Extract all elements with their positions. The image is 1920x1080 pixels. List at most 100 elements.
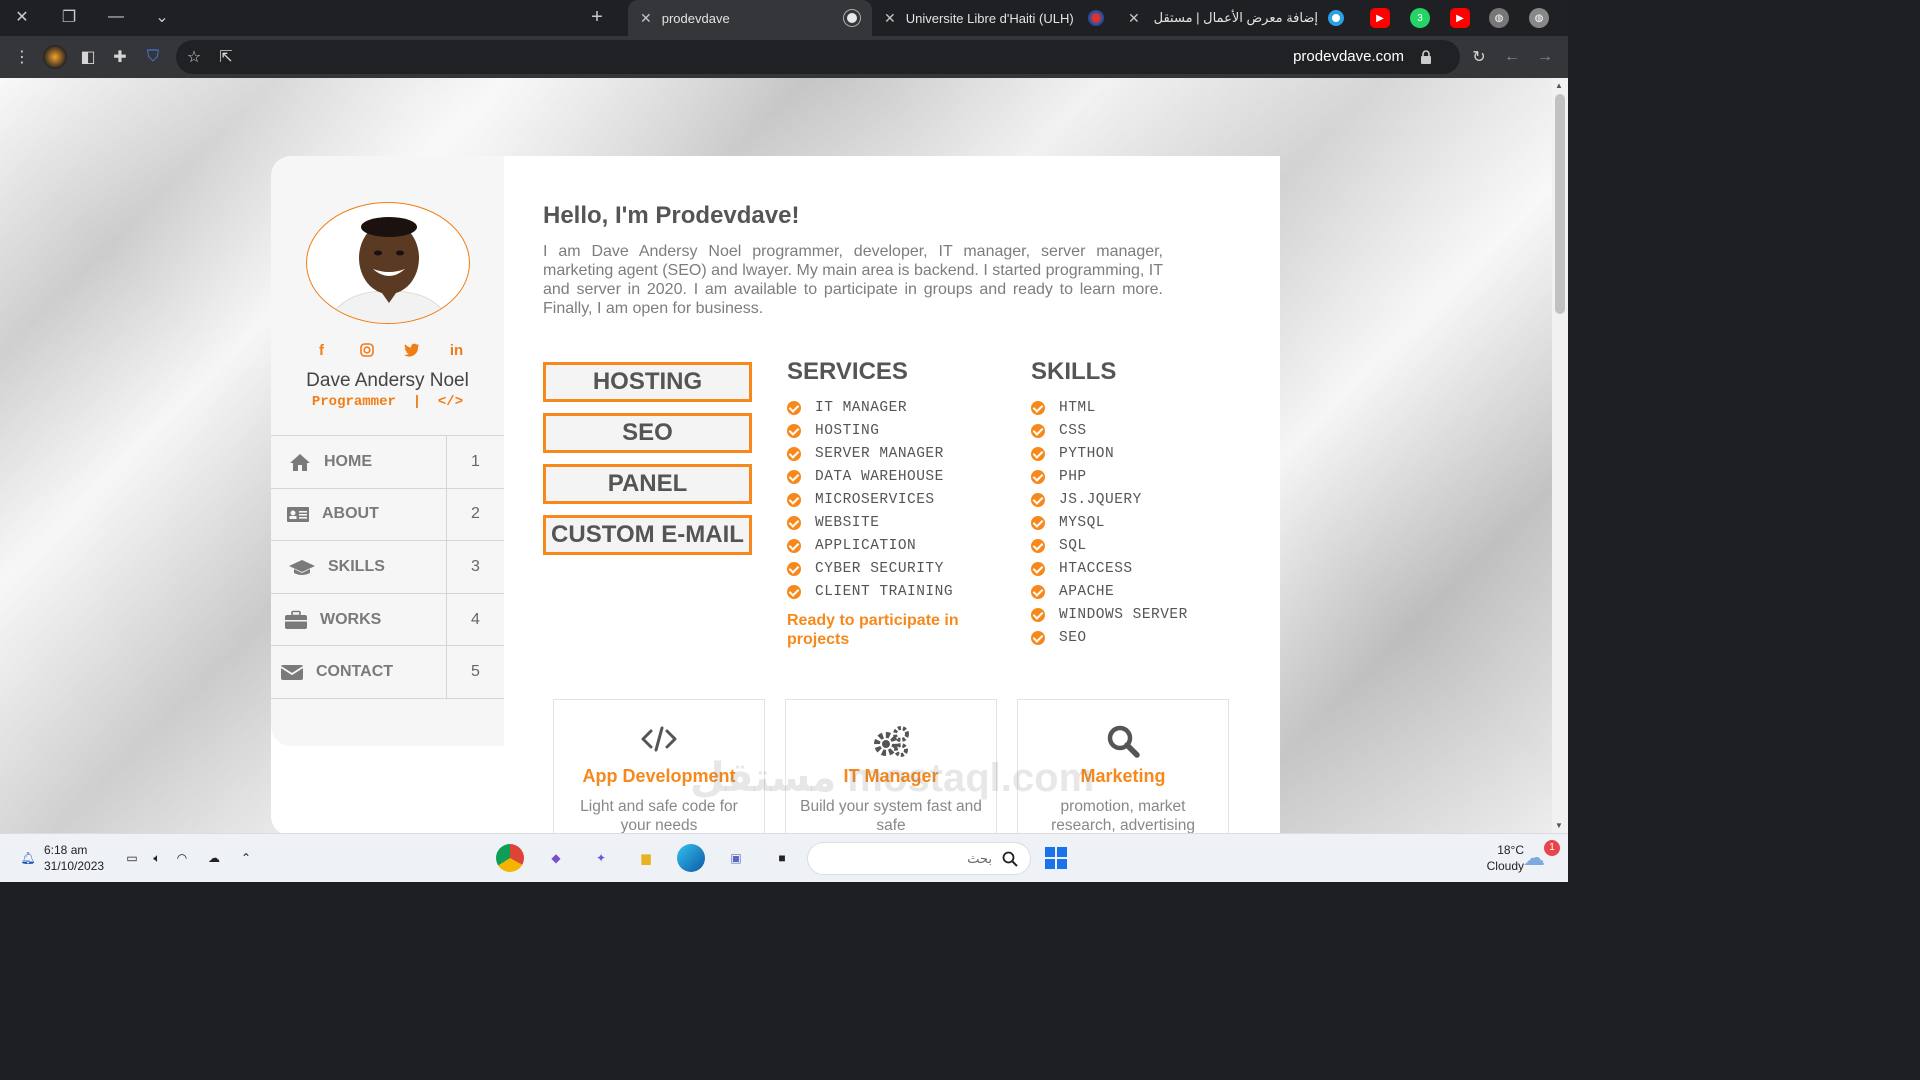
clock[interactable]: 6:18 am 31/10/2023 (44, 842, 104, 874)
battery-icon[interactable]: ▭ (118, 844, 146, 872)
youtube-pinned-tab-icon[interactable]: ▶ (1370, 8, 1390, 28)
wifi-icon[interactable]: ◠ (168, 844, 196, 872)
menu-item-home[interactable]: HOME 1 (271, 436, 504, 489)
offer-buttons: HOSTING SEO PANEL CUSTOM E-MAIL (543, 362, 752, 566)
tab-prodevdave[interactable]: ✕ prodevdave (628, 0, 872, 36)
list-item: JS.JQUERY (1031, 488, 1188, 511)
card-description: Light and safe code for your needs (580, 798, 738, 833)
close-tab-icon[interactable]: ✕ (1128, 10, 1140, 27)
globe-pinned-tab-icon[interactable]: ◍ (1489, 8, 1509, 28)
list-item: DATA WAREHOUSE (787, 465, 953, 488)
address-bar[interactable]: ☆ ⇱ prodevdave.com (176, 40, 1460, 74)
bookmark-star-icon[interactable]: ☆ (182, 45, 206, 69)
onedrive-cloud-icon[interactable]: ☁ (200, 844, 228, 872)
portfolio-card: f in Dave Andersy Noel Programmer | </> … (271, 156, 1280, 833)
profile-sidebar: f in Dave Andersy Noel Programmer | </> … (271, 156, 504, 746)
check-circle-icon (1031, 630, 1045, 645)
close-tab-icon[interactable]: ✕ (884, 10, 896, 27)
scroll-down-icon[interactable]: ▼ (1555, 821, 1563, 830)
check-circle-icon (1031, 400, 1045, 415)
extensions-icon[interactable]: ✚ (108, 45, 132, 69)
linkedin-icon[interactable]: in (446, 339, 468, 361)
page-viewport: f in Dave Andersy Noel Programmer | </> … (0, 78, 1552, 833)
teams-app-icon[interactable]: ▣ (722, 844, 750, 872)
list-item: MYSQL (1031, 511, 1188, 534)
service-label: WEBSITE (815, 514, 880, 531)
check-circle-icon (1031, 423, 1045, 438)
service-label: SERVER MANAGER (815, 445, 944, 462)
file-explorer-app-icon[interactable]: ▆ (632, 844, 660, 872)
shield-icon[interactable]: ⛉ (141, 45, 165, 69)
menu-item-about[interactable]: ABOUT 2 (271, 488, 504, 542)
visual-studio-app-icon[interactable]: ◆ (542, 844, 570, 872)
list-item: WEBSITE (787, 511, 953, 534)
back-arrow-icon[interactable]: ← (1500, 45, 1524, 69)
chevron-down-icon[interactable]: ⌄ (150, 6, 174, 28)
panel-button[interactable]: PANEL (543, 464, 752, 504)
graduation-cap-icon (289, 559, 315, 575)
new-tab-button[interactable]: + (585, 6, 609, 28)
edge-app-icon[interactable] (677, 844, 705, 872)
ulh-favicon-icon (1088, 10, 1104, 26)
service-label: HOSTING (815, 422, 880, 439)
sidebar-icon[interactable]: ◧ (76, 45, 100, 69)
check-circle-icon (1031, 561, 1045, 576)
minimize-window-icon[interactable]: — (104, 6, 128, 28)
weather-widget[interactable]: 18°C Cloudy (1487, 842, 1524, 874)
services-list: IT MANAGER HOSTING SERVER MANAGER DATA W… (787, 396, 953, 603)
profile-role: Programmer | </> (271, 394, 504, 410)
reload-icon[interactable]: ↻ (1467, 45, 1491, 69)
globe-pinned-tab-icon[interactable]: ◍ (1529, 8, 1549, 28)
menu-item-works[interactable]: WORKS 4 (271, 593, 504, 647)
list-item: IT MANAGER (787, 396, 953, 419)
search-placeholder: بحث (967, 851, 992, 866)
chevron-up-icon[interactable]: ⌃ (232, 844, 260, 872)
service-label: CYBER SECURITY (815, 560, 944, 577)
custom-email-button[interactable]: CUSTOM E-MAIL (543, 515, 752, 555)
scroll-up-icon[interactable]: ▲ (1555, 81, 1563, 90)
windows-start-icon[interactable] (1042, 844, 1070, 872)
tab-mostaql[interactable]: ✕ إضافة معرض الأعمال | مستقل (1116, 0, 1356, 36)
check-circle-icon (1031, 492, 1045, 507)
volume-icon[interactable]: 🔈︎ (143, 844, 171, 872)
list-item: MICROSERVICES (787, 488, 953, 511)
profile-avatar-icon[interactable] (43, 45, 67, 69)
tab-ulh[interactable]: ✕ Universite Libre d'Haiti (ULH) (872, 0, 1116, 36)
twitter-icon[interactable] (401, 339, 423, 361)
card-description: Build your system fast and safe (800, 798, 982, 833)
skill-label: JS.JQUERY (1059, 491, 1142, 508)
close-window-icon[interactable]: ✕ (10, 6, 34, 28)
menu-item-contact[interactable]: CONTACT 5 (271, 646, 504, 699)
share-icon[interactable]: ⇱ (214, 45, 238, 69)
taskbar-search[interactable]: بحث (807, 842, 1031, 875)
terminal-app-icon[interactable]: ■ (768, 844, 796, 872)
youtube-pinned-tab-icon[interactable]: ▶ (1450, 8, 1470, 28)
list-item: SQL (1031, 534, 1188, 557)
chrome-app-icon[interactable] (496, 844, 524, 872)
check-circle-icon (1031, 469, 1045, 484)
list-item: SEO (1031, 626, 1188, 649)
forward-arrow-icon[interactable]: → (1533, 45, 1557, 69)
seo-button[interactable]: SEO (543, 413, 752, 453)
scrollbar-thumb[interactable] (1555, 94, 1565, 314)
facebook-icon[interactable]: f (311, 339, 333, 361)
close-tab-icon[interactable]: ✕ (640, 10, 652, 27)
restore-window-icon[interactable]: ❐ (57, 6, 81, 28)
skill-label: HTACCESS (1059, 560, 1133, 577)
list-item: WINDOWS SERVER (1031, 603, 1188, 626)
home-icon (290, 453, 310, 471)
page-scrollbar[interactable]: ▲ ▼ (1552, 78, 1568, 833)
whatsapp-pinned-tab-icon[interactable]: 3 (1410, 8, 1430, 28)
lock-icon[interactable] (1420, 50, 1432, 64)
hosting-button[interactable]: HOSTING (543, 362, 752, 402)
menu-dots-icon[interactable]: ⋮ (10, 45, 34, 69)
services-heading: SERVICES (787, 358, 908, 385)
instagram-icon[interactable] (356, 339, 378, 361)
menu-label: SKILLS (328, 557, 385, 575)
check-circle-icon (787, 584, 801, 599)
bell-icon[interactable]: 🔔︎ (14, 844, 42, 872)
url-text[interactable]: prodevdave.com (1293, 48, 1404, 65)
service-label: CLIENT TRAINING (815, 583, 954, 600)
copilot-app-icon[interactable]: ✦ (587, 844, 615, 872)
menu-item-skills[interactable]: SKILLS 3 (271, 541, 504, 594)
